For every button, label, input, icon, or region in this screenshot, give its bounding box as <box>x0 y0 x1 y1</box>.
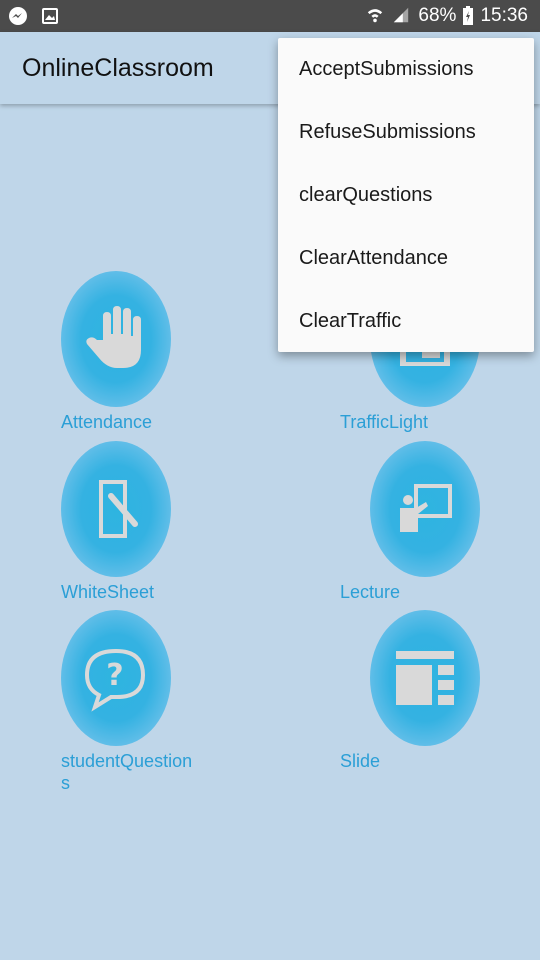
status-bar: 68% 15:36 <box>0 0 540 32</box>
lecture-button[interactable] <box>370 441 480 577</box>
attendance-button[interactable] <box>61 271 171 407</box>
white-sheet-icon <box>99 480 138 538</box>
tile-label: studentQuestions <box>61 751 193 793</box>
app-title: OnlineClassroom <box>22 54 214 82</box>
slide-button[interactable] <box>370 610 480 746</box>
menu-item-clear-questions[interactable]: clearQuestions <box>278 164 534 227</box>
menu-item-clear-attendance[interactable]: ClearAttendance <box>278 227 534 290</box>
menu-item-clear-traffic[interactable]: ClearTraffic <box>278 290 534 353</box>
tile-white-sheet[interactable]: WhiteSheet <box>61 441 221 631</box>
tile-label: TrafficLight <box>340 412 429 432</box>
tile-lecture[interactable]: Lecture <box>340 441 500 631</box>
hand-icon <box>86 306 141 368</box>
lecture-icon <box>400 484 452 532</box>
battery-percent: 68% <box>418 5 457 26</box>
tile-slide[interactable]: Slide <box>340 610 500 800</box>
tile-label: Attendance <box>61 412 153 432</box>
tile-label: Slide <box>340 751 381 771</box>
white-sheet-button[interactable] <box>61 441 171 577</box>
tile-attendance[interactable]: Attendance <box>61 271 221 461</box>
battery-icon <box>462 6 474 26</box>
svg-text:?: ? <box>106 658 123 693</box>
student-questions-button[interactable]: ? <box>61 610 171 746</box>
clock: 15:36 <box>480 5 528 26</box>
status-left <box>8 6 60 26</box>
image-icon <box>40 6 60 26</box>
question-bubble-icon: ? <box>84 648 146 712</box>
tile-label: Lecture <box>340 582 401 602</box>
tile-label: WhiteSheet <box>61 582 155 602</box>
signal-icon <box>392 6 412 26</box>
wifi-icon <box>366 6 386 26</box>
overflow-menu: AcceptSubmissions RefuseSubmissions clea… <box>278 38 534 352</box>
menu-item-accept-submissions[interactable]: AcceptSubmissions <box>278 38 534 101</box>
messenger-icon <box>8 6 28 26</box>
tile-student-questions[interactable]: ? studentQuestions <box>61 610 221 800</box>
menu-item-refuse-submissions[interactable]: RefuseSubmissions <box>278 101 534 164</box>
status-right: 68% 15:36 <box>366 4 528 28</box>
slide-icon <box>396 651 454 705</box>
